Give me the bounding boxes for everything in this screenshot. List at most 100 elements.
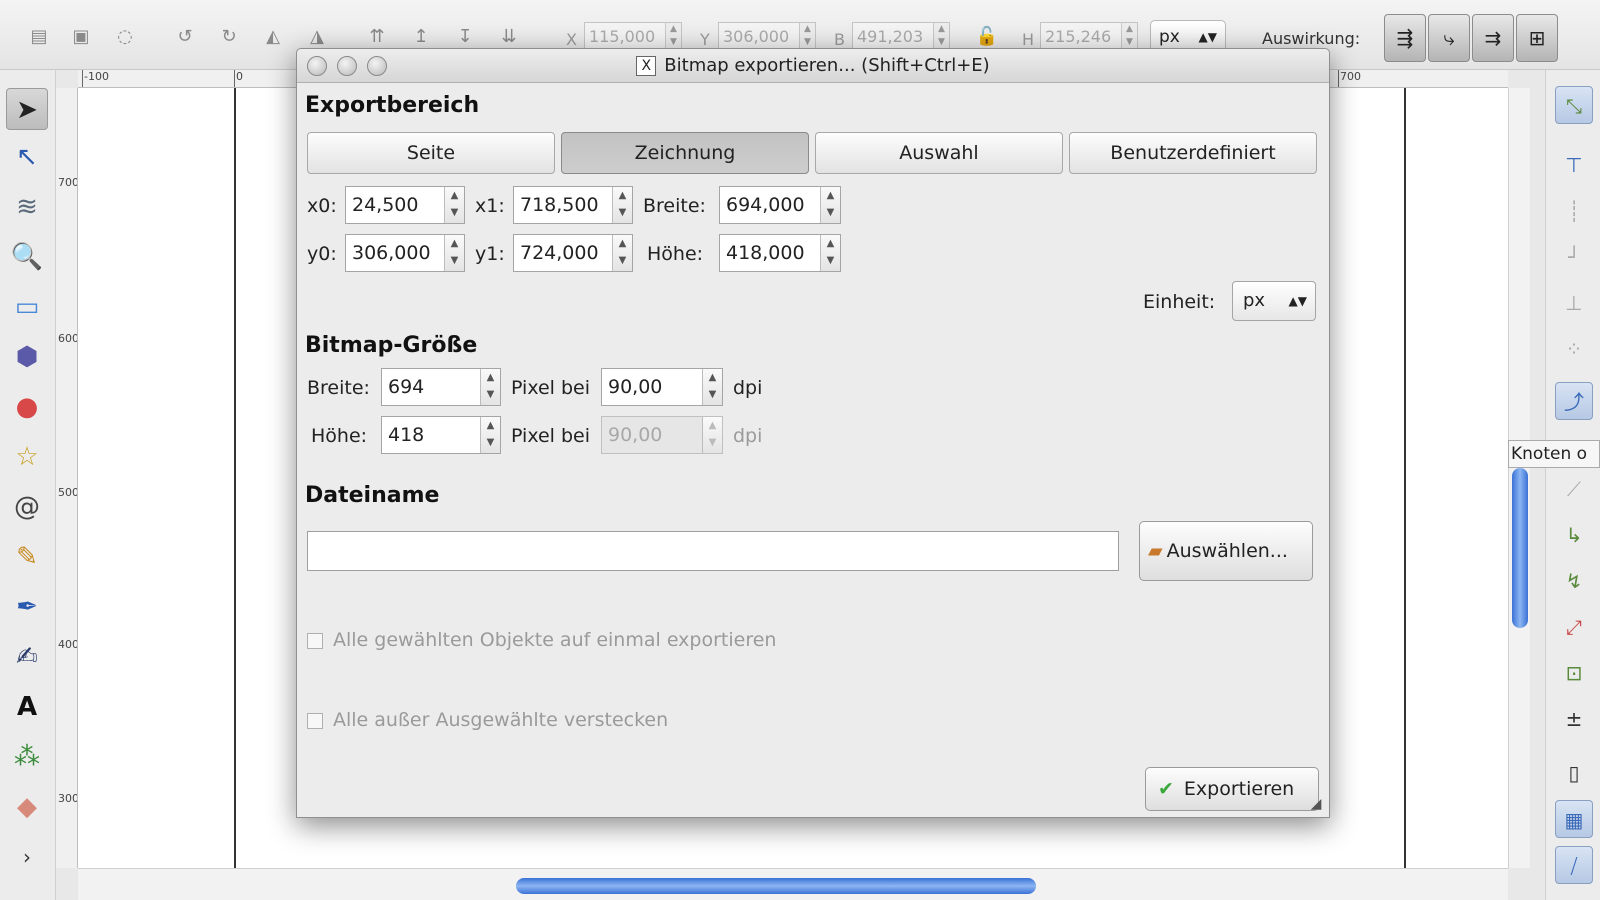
x0-field[interactable]: 24,500 ▲ ▼ [345, 186, 465, 224]
bitmap-width-field[interactable]: 694 ▲ ▼ [381, 368, 501, 406]
snap-rotation-center-icon[interactable]: ± [1555, 700, 1593, 738]
height-stepper[interactable]: ▲ ▼ [1121, 23, 1137, 51]
hide-unselected-checkbox[interactable] [307, 713, 323, 729]
dpi-x-value: 90,00 [608, 376, 663, 398]
browse-button[interactable]: ▰ Auswählen... [1139, 521, 1313, 581]
tab-seite[interactable]: Seite [307, 132, 555, 174]
tab-benutzerdefiniert[interactable]: Benutzerdefiniert [1069, 132, 1317, 174]
snap-paths-icon[interactable]: ⟋ [1555, 470, 1593, 508]
y1-field[interactable]: 724,000 ▲ ▼ [513, 234, 633, 272]
snap-midpoints-icon[interactable]: ⤢ [1555, 608, 1593, 646]
y1-stepper[interactable]: ▲ ▼ [612, 235, 632, 271]
y0-field[interactable]: 306,000 ▲ ▼ [345, 234, 465, 272]
batch-export-checkbox[interactable] [307, 633, 323, 649]
scale-corners-button[interactable]: ⤷ [1428, 14, 1470, 62]
area-width-stepper[interactable]: ▲ ▼ [820, 187, 840, 223]
deselect-icon[interactable]: ◌ [112, 24, 138, 50]
snap-grid-icon[interactable]: ▦ [1555, 800, 1593, 838]
dpi-x-stepper[interactable]: ▲ ▼ [702, 369, 722, 405]
pixel-bei-label: Pixel bei [511, 425, 591, 447]
zoom-tool-icon[interactable]: 🔍 [6, 236, 48, 278]
height-value: 215,246 [1045, 27, 1112, 46]
y-stepper[interactable]: ▲ ▼ [799, 23, 815, 51]
vertical-scroll-thumb[interactable] [1512, 468, 1528, 628]
snap-toggle-icon[interactable]: ⤡ [1555, 86, 1593, 124]
vertical-scrollbar[interactable] [1508, 88, 1530, 868]
pen-tool-icon[interactable]: ✒ [6, 586, 48, 628]
lower-icon[interactable]: ↧ [452, 24, 478, 50]
3d-box-tool-icon[interactable]: ⬢ [6, 336, 48, 378]
tab-auswahl[interactable]: Auswahl [815, 132, 1063, 174]
b-label: B [834, 30, 845, 49]
snap-nodes-icon[interactable]: ⤴ [1555, 382, 1593, 420]
snap-page-border-icon[interactable]: ▯ [1555, 754, 1593, 792]
snap-intersections-icon[interactable]: ↳ [1555, 516, 1593, 554]
snap-object-centers-icon[interactable]: ⊡ [1555, 654, 1593, 692]
dpi-x-field[interactable]: 90,00 ▲ ▼ [601, 368, 723, 406]
area-width-field[interactable]: 694,000 ▲ ▼ [719, 186, 841, 224]
bitmap-height-label: Höhe: [311, 425, 368, 447]
ellipse-tool-icon[interactable]: ● [6, 386, 48, 428]
select-all-layers-icon[interactable]: ▣ [68, 24, 94, 50]
x1-field[interactable]: 718,500 ▲ ▼ [513, 186, 633, 224]
snap-smooth-nodes-icon[interactable]: ↯ [1555, 562, 1593, 600]
scale-stroke-button[interactable]: ⇶ [1384, 14, 1426, 62]
y0-stepper[interactable]: ▲ ▼ [444, 235, 464, 271]
width-stepper[interactable]: ▲ ▼ [933, 23, 949, 51]
area-height-stepper[interactable]: ▲ ▼ [820, 235, 840, 271]
flip-vertical-icon[interactable]: ◮ [304, 24, 330, 50]
snap-bbox-icon[interactable]: ⊤ [1555, 146, 1593, 184]
rotate-cw-icon[interactable]: ↻ [216, 24, 242, 50]
dialog-title-text: Bitmap exportieren... (Shift+Ctrl+E) [664, 55, 990, 76]
rectangle-tool-icon[interactable]: ▭ [6, 286, 48, 328]
selector-tool-icon[interactable]: ➤ [6, 88, 48, 130]
bitmap-width-stepper[interactable]: ▲ ▼ [480, 369, 500, 405]
resize-grip-icon[interactable]: ◢ [1307, 795, 1325, 813]
page-border-left [234, 88, 236, 868]
snap-bbox-edges-icon[interactable]: ┊ [1555, 192, 1593, 230]
snap-bbox-centers-icon[interactable]: ⁘ [1555, 330, 1593, 368]
raise-to-top-icon[interactable]: ⇈ [364, 24, 390, 50]
spray-tool-icon[interactable]: ⁂ [6, 736, 48, 778]
raise-icon[interactable]: ↥ [408, 24, 434, 50]
calligraphy-tool-icon[interactable]: ✍ [6, 636, 48, 678]
y-value: 306,000 [723, 27, 790, 46]
export-bitmap-dialog: X Bitmap exportieren... (Shift+Ctrl+E) Ex… [296, 48, 1330, 818]
x-stepper[interactable]: ▲ ▼ [665, 23, 681, 51]
area-height-label: Höhe: [647, 243, 704, 265]
select-all-icon[interactable]: ▤ [26, 24, 52, 50]
filename-input[interactable] [307, 531, 1119, 571]
horizontal-scrollbar[interactable] [78, 868, 1508, 900]
dpi-unit-label-disabled: dpi [733, 425, 763, 447]
expand-toolbox-icon[interactable]: › [6, 836, 48, 878]
flip-horizontal-icon[interactable]: ◭ [260, 24, 286, 50]
horizontal-scroll-thumb[interactable] [516, 878, 1036, 894]
tab-zeichnung[interactable]: Zeichnung [561, 132, 809, 174]
snap-bbox-midpoints-icon[interactable]: ⊥ [1555, 284, 1593, 322]
transform-gradients-button[interactable]: ⇉ [1472, 14, 1514, 62]
x0-stepper[interactable]: ▲ ▼ [444, 187, 464, 223]
star-tool-icon[interactable]: ☆ [6, 436, 48, 478]
unit-dropdown[interactable]: px ▲▼ [1232, 281, 1316, 321]
tweak-tool-icon[interactable]: ≋ [6, 186, 48, 228]
ruler-mark: 500 [58, 486, 78, 499]
spiral-tool-icon[interactable]: @ [6, 486, 48, 528]
snap-bbox-corners-icon[interactable]: ┘ [1555, 238, 1593, 276]
dialog-titlebar[interactable]: X Bitmap exportieren... (Shift+Ctrl+E) [297, 49, 1329, 83]
x1-stepper[interactable]: ▲ ▼ [612, 187, 632, 223]
dpi-unit-label: dpi [733, 377, 763, 399]
export-button[interactable]: ✔ Exportieren [1145, 767, 1319, 811]
eraser-tool-icon[interactable]: ◆ [6, 786, 48, 828]
rotate-ccw-icon[interactable]: ↺ [172, 24, 198, 50]
snap-guide-icon[interactable]: ⧸ [1555, 846, 1593, 884]
text-tool-icon[interactable]: A [6, 686, 48, 728]
pencil-tool-icon[interactable]: ✎ [6, 536, 48, 578]
area-height-field[interactable]: 418,000 ▲ ▼ [719, 234, 841, 272]
bitmap-height-field[interactable]: 418 ▲ ▼ [381, 416, 501, 454]
node-tool-icon[interactable]: ↖ [6, 136, 48, 178]
transform-patterns-button[interactable]: ⊞ [1516, 14, 1558, 62]
lock-icon[interactable]: 🔓 [974, 24, 1000, 50]
bitmap-height-stepper[interactable]: ▲ ▼ [480, 417, 500, 453]
lower-to-bottom-icon[interactable]: ⇊ [496, 24, 522, 50]
ruler-mark: 400 [58, 638, 78, 651]
